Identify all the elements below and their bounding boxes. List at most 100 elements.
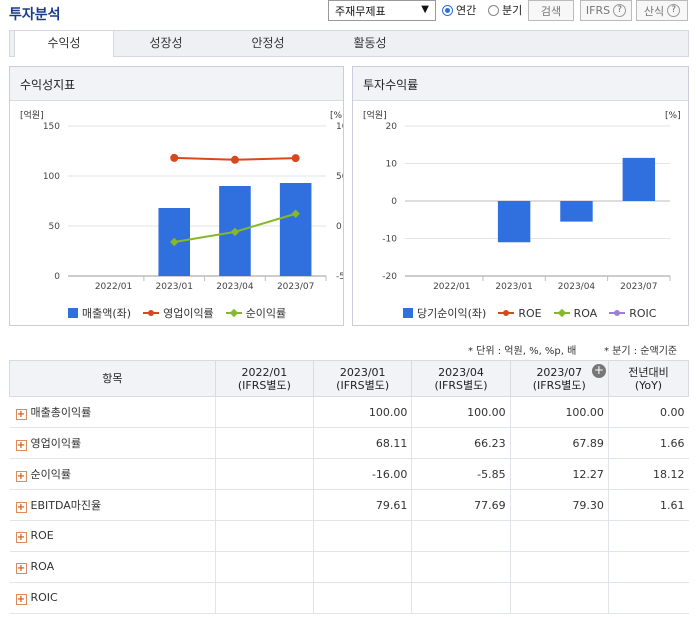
table-row: + EBITDA마진율 79.61 77.69 79.30 1.61 bbox=[9, 489, 689, 521]
row-label: 순이익률 bbox=[30, 468, 71, 481]
table-row: + ROIC bbox=[9, 582, 689, 614]
x-tick-label: 2023/07 bbox=[620, 282, 657, 292]
radio-quarter-dot[interactable] bbox=[488, 4, 499, 16]
row-label-cell: + ROA bbox=[9, 551, 216, 583]
row-label-cell: + EBITDA마진율 bbox=[9, 489, 216, 521]
tab-activity[interactable]: 활동성 bbox=[320, 31, 420, 56]
question-icon: ? bbox=[667, 4, 681, 17]
row-label-cell: + ROE bbox=[9, 520, 216, 552]
tab-growth[interactable]: 성장성 bbox=[116, 31, 216, 56]
line-point bbox=[291, 154, 300, 163]
expand-icon[interactable]: + bbox=[15, 440, 27, 451]
left-unit-label: [억원] bbox=[363, 109, 387, 121]
legend-line-swatch bbox=[498, 308, 515, 318]
row-label: EBITDA마진율 bbox=[30, 499, 102, 512]
expand-icon[interactable]: + bbox=[15, 502, 27, 513]
table-cell: 1.61 bbox=[607, 489, 689, 521]
table-cell bbox=[509, 582, 609, 614]
table-cell: 79.30 bbox=[509, 489, 609, 521]
legend-line-swatch bbox=[553, 308, 570, 318]
legend-item-net-margin: 순이익률 bbox=[225, 305, 287, 321]
ifrs-label: IFRS bbox=[585, 4, 611, 17]
table-cell: 77.69 bbox=[411, 489, 511, 521]
ifrs-help-button[interactable]: IFRS ? bbox=[580, 0, 632, 21]
x-tick-label: 2023/07 bbox=[277, 282, 314, 292]
legend-label: ROIC bbox=[629, 306, 657, 320]
bar bbox=[560, 201, 593, 222]
bar bbox=[622, 157, 656, 201]
radio-annual[interactable]: 연간 bbox=[442, 2, 476, 18]
legend-label: 순이익률 bbox=[245, 307, 287, 320]
radio-annual-dot[interactable] bbox=[442, 4, 453, 16]
table-cell: 100.00 bbox=[509, 396, 609, 428]
tab-profitability[interactable]: 수익성 bbox=[14, 31, 114, 57]
statement-select[interactable]: 주재무제표 ▼ bbox=[328, 0, 436, 21]
table-cell: 100.00 bbox=[313, 396, 412, 428]
legend-label: 매출액(좌) bbox=[82, 307, 132, 320]
table-cell: 1.66 bbox=[607, 427, 689, 459]
y2-tick-label: -50 bbox=[336, 272, 343, 282]
expand-icon[interactable]: + bbox=[15, 471, 27, 482]
y-tick-label: -20 bbox=[382, 272, 397, 282]
radio-quarter-label: 분기 bbox=[502, 4, 523, 17]
header-line1: 항목 bbox=[102, 372, 123, 385]
table-cell bbox=[607, 551, 689, 583]
table-cell: 18.12 bbox=[607, 458, 689, 490]
table-cell bbox=[509, 551, 609, 583]
page-title: 투자분석 bbox=[9, 7, 61, 23]
header-line2: (IFRS별도) bbox=[237, 378, 291, 392]
table-cell bbox=[411, 582, 511, 614]
table-row: + 순이익률 -16.00 -5.85 12.27 18.12 bbox=[9, 458, 689, 490]
y2-tick-label: 100 bbox=[336, 122, 343, 132]
table-cell bbox=[411, 551, 511, 583]
tab-stability[interactable]: 안정성 bbox=[218, 31, 318, 56]
quarter-note: * 분기 : 순액기준 bbox=[604, 346, 678, 357]
table-cell: 79.61 bbox=[313, 489, 412, 521]
line-point bbox=[170, 153, 179, 162]
row-label-cell: + 영업이익률 bbox=[9, 427, 216, 459]
y-tick-label: 100 bbox=[43, 172, 60, 182]
profitability-legend: 매출액(좌) 영업이익률 순이익률 bbox=[68, 305, 286, 321]
table-cell: 100.00 bbox=[411, 396, 511, 428]
table-header-row: 항목 2022/01 (IFRS별도) 2023/01 (IFRS별도) 2023/… bbox=[9, 360, 690, 397]
expand-icon[interactable]: + bbox=[15, 409, 27, 420]
radio-annual-label: 연간 bbox=[456, 4, 477, 17]
legend-bar-swatch bbox=[403, 308, 413, 318]
table-cell bbox=[313, 520, 412, 552]
y2-tick-label: 0 bbox=[336, 222, 342, 232]
bar bbox=[497, 201, 531, 243]
legend-line-swatch bbox=[609, 308, 626, 318]
row-label-cell: + 순이익률 bbox=[9, 458, 216, 490]
row-label: ROA bbox=[30, 560, 55, 573]
table-cell: 12.27 bbox=[509, 458, 609, 490]
add-column-icon[interactable]: + bbox=[591, 364, 606, 378]
table-cell bbox=[313, 551, 412, 583]
y-tick-label: 0 bbox=[54, 272, 60, 282]
table-cell bbox=[509, 520, 609, 552]
table-cell bbox=[214, 396, 314, 428]
legend-line-swatch bbox=[225, 308, 242, 318]
radio-quarter[interactable]: 분기 bbox=[488, 2, 522, 18]
expand-icon[interactable]: + bbox=[15, 594, 27, 605]
legend-label: 영업이익률 bbox=[163, 307, 214, 320]
table-row: + ROE bbox=[9, 520, 689, 552]
left-unit-label: [억원] bbox=[20, 109, 44, 121]
toolbar: 투자분석 주재무제표 ▼ 연간 분기 검색 IFRS ? 산식 ? bbox=[0, 0, 696, 26]
expand-icon[interactable]: + bbox=[15, 532, 27, 543]
legend-line-swatch bbox=[143, 308, 160, 318]
table-cell bbox=[607, 520, 689, 552]
row-label-cell: + 매출총이익률 bbox=[9, 396, 216, 428]
expand-icon[interactable]: + bbox=[15, 563, 27, 574]
table-cell bbox=[214, 489, 314, 521]
header-line1: 전년대비 bbox=[628, 365, 669, 379]
profitability-panel: 수익성지표 [억원] [%] 0 50 100 150 -50 0 50 100 2022/01… bbox=[9, 66, 344, 326]
col-header: 2022/01 (IFRS별도) bbox=[214, 360, 315, 397]
row-label: ROIC bbox=[30, 591, 58, 604]
formula-help-button[interactable]: 산식 ? bbox=[636, 0, 688, 21]
col-header: 2023/01 (IFRS별도) bbox=[313, 360, 413, 397]
legend-item-net-income: 당기순이익(좌) bbox=[403, 305, 486, 321]
header-line1: 2023/04 bbox=[438, 365, 484, 379]
col-header: 2023/04 (IFRS별도) bbox=[411, 360, 511, 397]
table-cell bbox=[214, 458, 314, 490]
search-button[interactable]: 검색 bbox=[528, 0, 574, 21]
